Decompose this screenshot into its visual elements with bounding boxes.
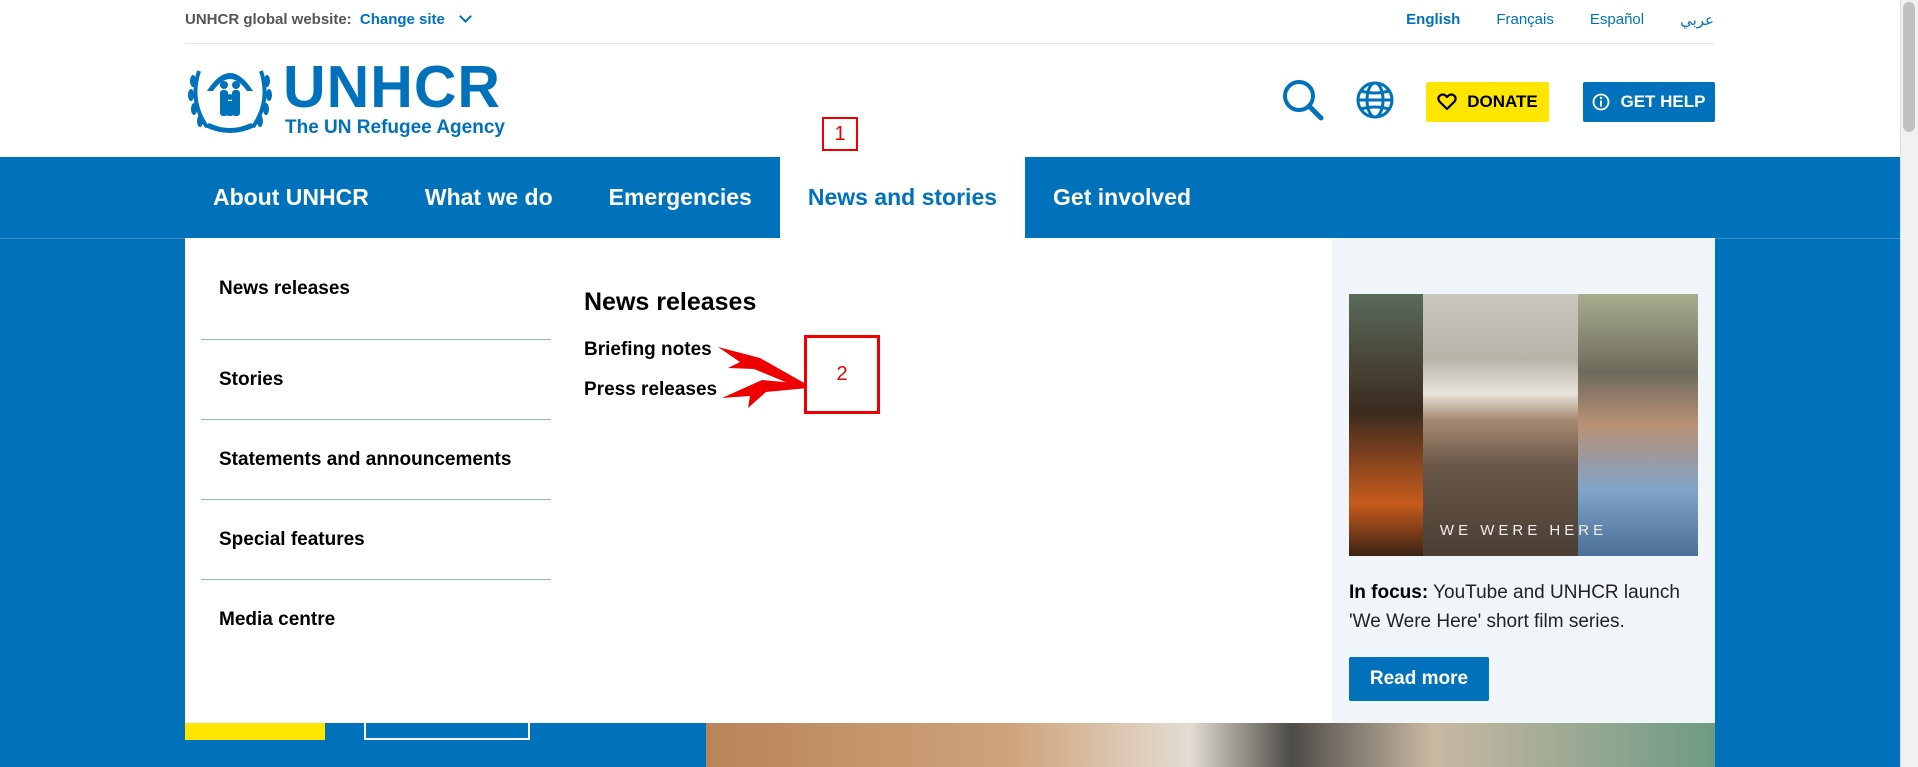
nav-what-we-do[interactable]: What we do bbox=[397, 157, 581, 238]
annotation-box-1: 1 bbox=[822, 117, 858, 151]
heart-icon bbox=[1437, 93, 1457, 111]
submenu-panel: News releases Briefing notes Press relea… bbox=[584, 288, 756, 419]
mega-menu: News releases Stories Statements and ann… bbox=[185, 238, 1715, 723]
lang-english[interactable]: English bbox=[1406, 11, 1460, 29]
main-nav: About UNHCR What we do Emergencies News … bbox=[185, 157, 1219, 238]
nav-get-involved[interactable]: Get involved bbox=[1025, 157, 1219, 238]
menu-item-special-features[interactable]: Special features bbox=[201, 500, 551, 580]
info-icon bbox=[1593, 93, 1610, 111]
logo-wordmark: UNHCR bbox=[283, 54, 502, 120]
lang-french[interactable]: Français bbox=[1496, 11, 1554, 29]
feature-description: In focus: YouTube and UNHCR launch 'We W… bbox=[1349, 578, 1699, 636]
lang-arabic[interactable]: عربي bbox=[1680, 11, 1714, 29]
menu-item-statements[interactable]: Statements and announcements bbox=[201, 420, 551, 500]
menu-item-media-centre[interactable]: Media centre bbox=[201, 580, 551, 660]
get-help-label: GET HELP bbox=[1620, 92, 1706, 111]
get-help-button[interactable]: GET HELP bbox=[1583, 82, 1715, 122]
language-switcher: English Français Español عربي bbox=[1406, 11, 1714, 29]
submenu-link-press-releases[interactable]: Press releases bbox=[584, 379, 756, 419]
annotation-box-2: 2 bbox=[804, 335, 880, 414]
scrollbar[interactable] bbox=[1900, 0, 1918, 767]
read-more-button[interactable]: Read more bbox=[1349, 657, 1489, 701]
submenu-link-briefing-notes[interactable]: Briefing notes bbox=[584, 339, 756, 379]
globe-icon[interactable] bbox=[1353, 78, 1397, 122]
search-icon[interactable] bbox=[1281, 78, 1325, 122]
donate-button[interactable]: DONATE bbox=[1426, 82, 1549, 122]
unhcr-logo[interactable]: UNHCR The UN Refugee Agency bbox=[185, 54, 505, 141]
submenu-heading: News releases bbox=[584, 288, 757, 316]
menu-item-news-releases[interactable]: News releases bbox=[201, 238, 551, 340]
menu-section-list: News releases Stories Statements and ann… bbox=[201, 238, 551, 660]
feature-image[interactable]: WE WERE HERE bbox=[1349, 294, 1698, 556]
utility-bar: UNHCR global website: Change site Englis… bbox=[185, 0, 1714, 44]
site-label: UNHCR global website: bbox=[185, 11, 352, 28]
feature-image-caption: WE WERE HERE bbox=[1439, 522, 1608, 539]
menu-item-stories[interactable]: Stories bbox=[201, 340, 551, 420]
hero-photo bbox=[706, 723, 1715, 767]
donate-label: DONATE bbox=[1467, 92, 1538, 111]
unhcr-emblem-icon bbox=[188, 70, 272, 133]
feature-panel: WE WERE HERE In focus: YouTube and UNHCR… bbox=[1332, 238, 1715, 723]
logo-tagline: The UN Refugee Agency bbox=[285, 117, 505, 138]
nav-about-unhcr[interactable]: About UNHCR bbox=[185, 157, 397, 238]
nav-emergencies[interactable]: Emergencies bbox=[581, 157, 780, 238]
feature-label: In focus: bbox=[1349, 582, 1429, 603]
scrollbar-thumb[interactable] bbox=[1903, 2, 1915, 132]
lang-spanish[interactable]: Español bbox=[1590, 11, 1644, 29]
chevron-down-icon[interactable] bbox=[459, 10, 472, 23]
site-selector[interactable]: UNHCR global website: Change site bbox=[185, 10, 472, 28]
nav-news-and-stories[interactable]: News and stories bbox=[779, 157, 1026, 238]
change-site-link[interactable]: Change site bbox=[360, 11, 445, 28]
